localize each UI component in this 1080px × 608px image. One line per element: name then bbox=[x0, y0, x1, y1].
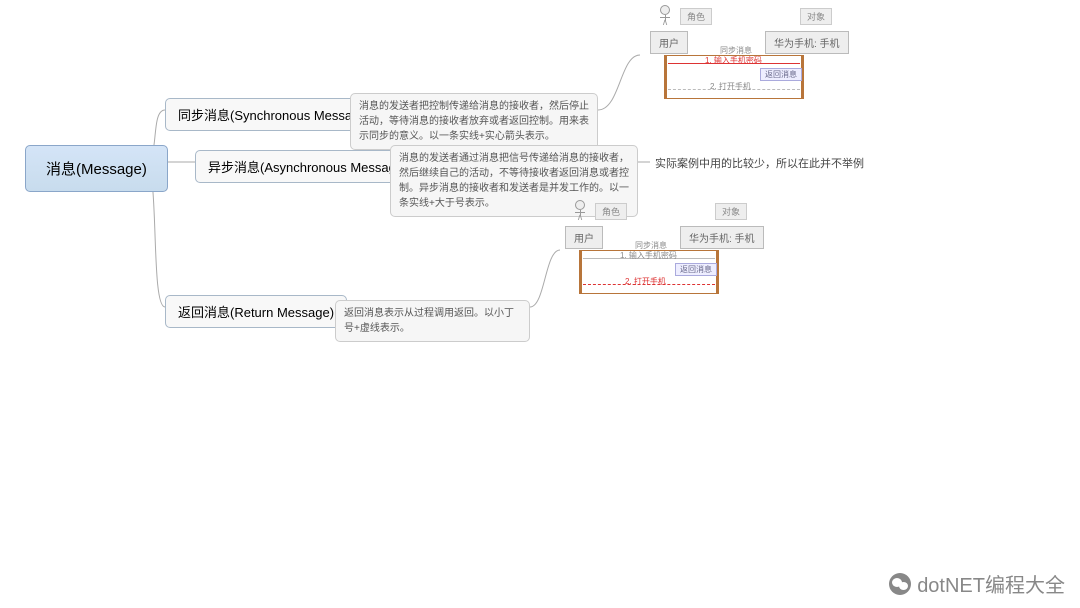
desc-sync: 消息的发送者把控制传递给消息的接收者，然后停止活动，等待消息的接收者放弃或者返回… bbox=[350, 93, 598, 150]
branch-return-label: 返回消息(Return Message) bbox=[178, 305, 334, 320]
wechat-icon bbox=[889, 573, 911, 595]
branch-async[interactable]: 异步消息(Asynchronous Message) bbox=[195, 150, 420, 183]
seq-diagram-return: ∧ 角色 用户 对象 华为手机: 手机 同步消息 1. 输入手机密码 返回消息 … bbox=[565, 200, 785, 300]
connector-lines bbox=[0, 0, 1080, 608]
msg-open-label-2: 2. 打开手机 bbox=[625, 276, 666, 287]
msg-input-label-1: 1. 输入手机密码 bbox=[705, 55, 762, 66]
desc-return-text: 返回消息表示从过程调用返回。以小丁号+虚线表示。 bbox=[344, 308, 514, 334]
root-label: 消息(Message) bbox=[46, 161, 147, 178]
object-tag-1: 对象 bbox=[800, 8, 832, 25]
object-tag-2: 对象 bbox=[715, 203, 747, 220]
msg-open-label-1: 2. 打开手机 bbox=[710, 81, 751, 92]
role-tag-1: 角色 bbox=[680, 8, 712, 25]
msg-input-label-2: 1. 输入手机密码 bbox=[620, 250, 677, 261]
branch-return[interactable]: 返回消息(Return Message) bbox=[165, 295, 347, 328]
branch-async-label: 异步消息(Asynchronous Message) bbox=[208, 160, 407, 175]
watermark-text: dotNET编程大全 bbox=[917, 569, 1065, 598]
actor-user-2: 用户 bbox=[565, 226, 603, 249]
actor-user-1: 用户 bbox=[650, 31, 688, 54]
role-tag-2: 角色 bbox=[595, 203, 627, 220]
ret-tag-1: 返回消息 bbox=[760, 68, 802, 81]
watermark: dotNET编程大全 bbox=[889, 569, 1065, 598]
actor-phone-1: 华为手机: 手机 bbox=[765, 31, 849, 54]
root-node[interactable]: 消息(Message) bbox=[25, 145, 168, 192]
actor-phone-2: 华为手机: 手机 bbox=[680, 226, 764, 249]
ret-tag-2: 返回消息 bbox=[675, 263, 717, 276]
desc-sync-text: 消息的发送者把控制传递给消息的接收者，然后停止活动，等待消息的接收者放弃或者返回… bbox=[359, 101, 589, 142]
branch-sync-label: 同步消息(Synchronous Message) bbox=[178, 108, 371, 123]
mindmap-canvas: 消息(Message) 同步消息(Synchronous Message) 消息… bbox=[0, 0, 1080, 608]
note-async: 实际案例中用的比较少，所以在此并不举例 bbox=[655, 155, 864, 171]
seq-diagram-sync: ∧ 角色 用户 对象 华为手机: 手机 同步消息 1. 输入手机密码 返回消息 … bbox=[650, 5, 870, 105]
desc-return: 返回消息表示从过程调用返回。以小丁号+虚线表示。 bbox=[335, 300, 530, 342]
